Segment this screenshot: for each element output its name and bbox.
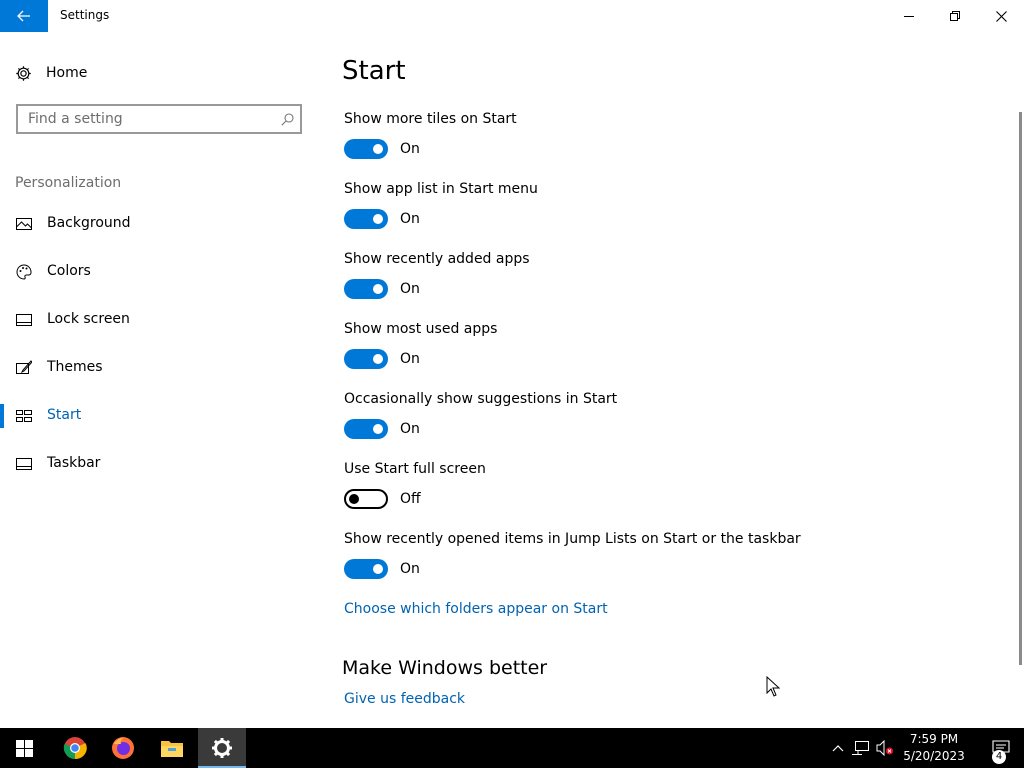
network-tray-button[interactable] xyxy=(851,738,871,758)
title-bar: Settings xyxy=(0,0,1024,32)
volume-tray-button[interactable] xyxy=(875,738,895,758)
section-label-personalization: Personalization xyxy=(15,175,122,191)
toggle-jump-lists[interactable] xyxy=(344,559,388,579)
taskbar-file-explorer[interactable] xyxy=(148,728,196,768)
toggle-suggestions[interactable] xyxy=(344,419,388,439)
mouse-cursor-icon xyxy=(766,676,780,697)
feedback-heading: Make Windows better xyxy=(342,657,548,679)
gear-icon xyxy=(16,65,31,81)
sidebar-item-label: Colors xyxy=(47,263,91,279)
minimize-button[interactable] xyxy=(886,0,932,32)
start-button[interactable] xyxy=(0,728,48,768)
clock[interactable]: 7:59 PM 5/20/2023 xyxy=(896,731,972,765)
toggle-state-app-list: On xyxy=(400,211,420,227)
toggle-knob xyxy=(373,564,383,574)
toggle-state-more-tiles: On xyxy=(400,141,420,157)
minimize-icon xyxy=(904,16,914,17)
sidebar-item-label: Start xyxy=(47,407,82,423)
taskbar-firefox[interactable] xyxy=(99,728,147,768)
restore-button[interactable] xyxy=(932,0,978,32)
toggle-knob xyxy=(349,494,359,504)
window-title: Settings xyxy=(60,8,110,22)
sidebar-item-start[interactable]: Start xyxy=(0,396,330,436)
file-explorer-icon xyxy=(161,741,183,757)
toggle-state-full-screen: Off xyxy=(400,491,421,507)
back-arrow-icon xyxy=(17,10,30,22)
start-tiles-icon xyxy=(16,410,32,422)
choose-folders-link[interactable]: Choose which folders appear on Start xyxy=(344,601,608,617)
setting-label-recently-added: Show recently added apps xyxy=(344,251,530,267)
toggle-state-recently-added: On xyxy=(400,281,420,297)
picture-icon xyxy=(16,218,32,230)
nav-home[interactable]: Home xyxy=(15,60,315,86)
clock-date: 5/20/2023 xyxy=(903,749,965,763)
scrollbar[interactable] xyxy=(1019,112,1022,665)
search-input[interactable] xyxy=(18,110,274,128)
sidebar-item-label: Taskbar xyxy=(47,455,101,471)
setting-label-full-screen: Use Start full screen xyxy=(344,461,486,477)
taskbar-chrome[interactable] xyxy=(51,728,99,768)
show-hidden-icons-button[interactable] xyxy=(828,738,848,758)
brush-icon xyxy=(16,360,32,374)
search-icon[interactable] xyxy=(274,112,300,126)
sidebar-item-label: Lock screen xyxy=(47,311,130,327)
toggle-state-most-used: On xyxy=(400,351,420,367)
notification-count-badge: 4 xyxy=(992,750,1006,764)
taskbar-settings[interactable] xyxy=(198,728,246,768)
palette-icon xyxy=(16,264,32,280)
feedback-link[interactable]: Give us feedback xyxy=(344,691,465,707)
chevron-up-icon xyxy=(832,745,844,752)
close-icon xyxy=(995,10,1007,22)
back-button[interactable] xyxy=(0,0,48,32)
sidebar-item-colors[interactable]: Colors xyxy=(0,252,330,292)
chrome-icon xyxy=(63,737,87,760)
toggle-knob xyxy=(373,424,383,434)
sidebar-item-label: Background xyxy=(47,215,131,231)
setting-label-more-tiles: Show more tiles on Start xyxy=(344,111,517,127)
sidebar-item-taskbar[interactable]: Taskbar xyxy=(0,444,330,484)
restore-icon xyxy=(950,11,960,21)
setting-label-suggestions: Occasionally show suggestions in Start xyxy=(344,391,618,407)
toggle-full-screen[interactable] xyxy=(344,489,388,509)
toggle-knob xyxy=(373,214,383,224)
close-button[interactable] xyxy=(978,0,1024,32)
toggle-knob xyxy=(373,144,383,154)
setting-label-app-list: Show app list in Start menu xyxy=(344,181,538,197)
nav-home-label: Home xyxy=(46,65,88,81)
lock-screen-icon xyxy=(16,314,32,326)
toggle-knob xyxy=(373,284,383,294)
sidebar-item-lock-screen[interactable]: Lock screen xyxy=(0,300,330,340)
firefox-icon xyxy=(112,737,134,759)
windows-start-icon xyxy=(15,739,33,757)
toggle-most-used[interactable] xyxy=(344,349,388,369)
toggle-app-list[interactable] xyxy=(344,209,388,229)
volume-muted-icon xyxy=(876,740,893,756)
sidebar-item-label: Themes xyxy=(47,359,103,375)
toggle-recently-added[interactable] xyxy=(344,279,388,299)
settings-gear-icon xyxy=(212,738,232,758)
sidebar-item-themes[interactable]: Themes xyxy=(0,348,330,388)
selection-indicator xyxy=(0,404,4,428)
toggle-state-jump-lists: On xyxy=(400,561,420,577)
setting-label-jump-lists: Show recently opened items in Jump Lists… xyxy=(344,531,801,547)
page-title: Start xyxy=(342,56,406,86)
taskbar: 7:59 PM 5/20/2023 xyxy=(0,728,1024,768)
clock-time: 7:59 PM xyxy=(909,732,959,746)
search-box[interactable] xyxy=(16,104,302,134)
toggle-state-suggestions: On xyxy=(400,421,420,437)
toggle-more-tiles[interactable] xyxy=(344,139,388,159)
toggle-knob xyxy=(373,354,383,364)
sidebar-item-background[interactable]: Background xyxy=(0,204,330,244)
taskbar-icon xyxy=(16,458,32,470)
network-icon xyxy=(852,741,869,755)
setting-label-most-used: Show most used apps xyxy=(344,321,498,337)
